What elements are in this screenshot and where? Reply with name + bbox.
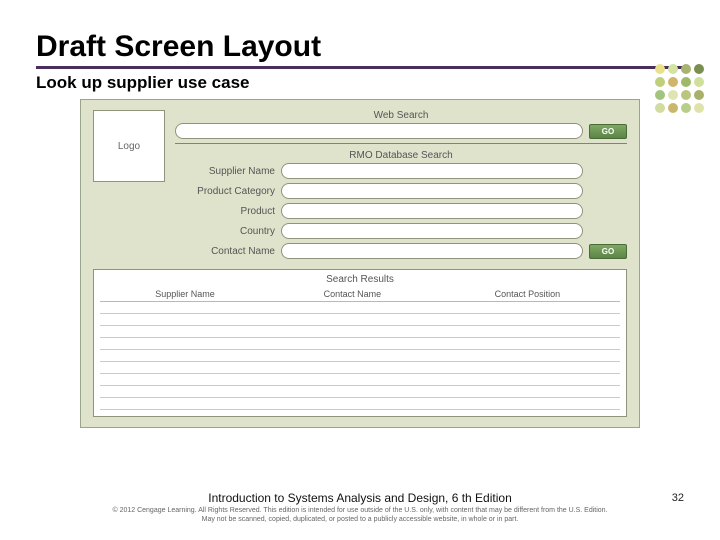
country-input[interactable] [281,223,583,239]
table-row [100,302,620,314]
col-supplier-name: Supplier Name [100,287,270,302]
divider [175,143,627,144]
country-label: Country [175,226,275,237]
decorative-dots [655,64,704,113]
table-row [100,326,620,338]
supplier-name-input[interactable] [281,163,583,179]
footer-main-text: Introduction to Systems Analysis and Des… [0,491,720,505]
page-number: 32 [672,492,684,504]
footer-copyright-2: May not be scanned, copied, duplicated, … [0,516,720,524]
title-underline [36,66,684,69]
slide-title: Draft Screen Layout [36,30,684,64]
table-row [100,362,620,374]
rmo-search-label: RMO Database Search [175,150,627,161]
footer: Introduction to Systems Analysis and Des… [0,491,720,524]
table-row [100,398,620,410]
table-row [100,386,620,398]
product-input[interactable] [281,203,583,219]
search-results-table: Supplier Name Contact Name Contact Posit… [100,287,620,410]
slide-subtitle: Look up supplier use case [36,73,684,93]
mockup-panel: Logo Web Search GO RMO Database Search S… [80,99,640,428]
contact-name-label: Contact Name [175,246,275,257]
table-row [100,314,620,326]
table-row [100,374,620,386]
product-category-input[interactable] [281,183,583,199]
supplier-name-label: Supplier Name [175,166,275,177]
table-row [100,338,620,350]
col-contact-position: Contact Position [435,287,620,302]
logo-placeholder: Logo [93,110,165,182]
footer-copyright-1: © 2012 Cengage Learning. All Rights Rese… [0,507,720,515]
product-category-label: Product Category [175,186,275,197]
contact-name-input[interactable] [281,243,583,259]
search-results-title: Search Results [100,274,620,285]
search-results-panel: Search Results Supplier Name Contact Nam… [93,269,627,417]
rmo-go-button[interactable]: GO [589,244,627,259]
table-row [100,350,620,362]
web-search-input[interactable] [175,123,583,139]
web-search-go-button[interactable]: GO [589,124,627,139]
web-search-label: Web Search [175,110,627,121]
col-contact-name: Contact Name [270,287,435,302]
product-label: Product [175,206,275,217]
